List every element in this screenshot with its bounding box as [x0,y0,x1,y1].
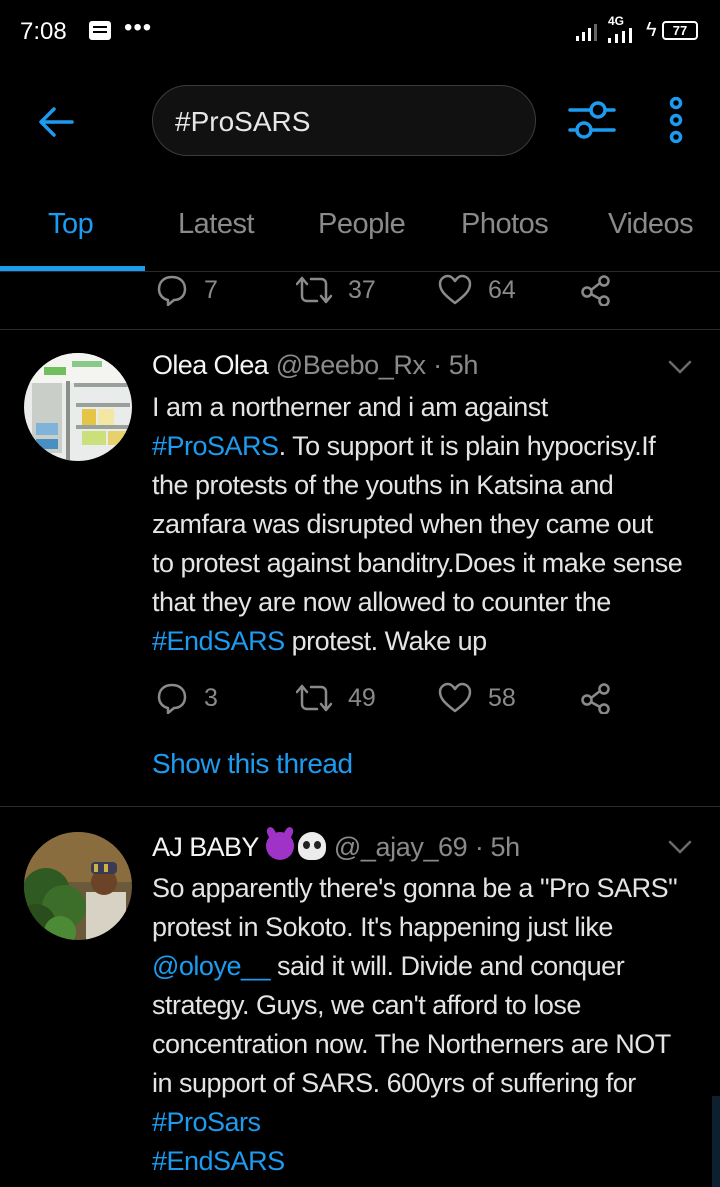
charging-icon: ϟ [646,19,657,41]
tweet-header: AJ BABY @_ajay_69 · 5h [152,832,520,863]
share-icon [581,275,610,306]
prev-tweet-actions: 7 37 64 [0,270,720,310]
tweet-text-segment: protest. Wake up [284,626,488,656]
retweet-icon [296,276,332,304]
notification-icon [89,21,111,40]
tweet-text-segment: to protest against banditry.Does it make… [152,548,683,578]
reply-button[interactable]: 7 [156,270,218,310]
signal-icon [576,24,597,41]
tweet-line: zamfara was disrupted when they came out [152,505,712,544]
like-count: 64 [488,275,516,304]
author-name[interactable]: AJ BABY [152,832,259,862]
reply-count: 3 [204,683,218,712]
tweet-text-segment: . To support it is plain hypocrisy.If [278,431,656,461]
status-time: 7:08 [20,18,67,45]
tweet-card[interactable]: AJ BABY @_ajay_69 · 5h So apparently the… [0,807,720,1187]
like-icon [438,274,472,305]
author-name[interactable]: Olea Olea [152,350,269,380]
tweet-line: to protest against banditry.Does it make… [152,544,712,583]
tab-photos[interactable]: Photos [461,208,549,241]
tweet-line: #ProSars [152,1103,712,1142]
author-handle[interactable]: @_ajay_69 [334,832,468,862]
skull-emoji-icon [298,832,327,860]
tweet-line: in support of SARS. 600yrs of suffering … [152,1064,712,1103]
tweet-header: Olea Olea @Beebo_Rx · 5h [152,350,478,381]
tweet-line: #EndSARS [152,1142,712,1181]
retweet-count: 49 [348,683,376,712]
back-arrow-icon[interactable] [36,102,76,142]
scrollbar[interactable] [712,1096,720,1187]
tweet-line: #EndSARS protest. Wake up [152,622,712,661]
retweet-button[interactable]: 37 [296,270,376,310]
filter-icon[interactable] [568,98,616,142]
tweet-line: that they are now allowed to counter the [152,583,712,622]
tweet-actions: 3 49 58 [0,678,720,718]
more-vertical-icon[interactable] [664,97,688,143]
tweet-text-segment: So apparently there's gonna be a "Pro SA… [152,873,678,903]
tab-people[interactable]: People [318,208,406,241]
caret-down-icon[interactable] [668,360,692,374]
tweet-text-segment: zamfara was disrupted when they came out [152,509,653,539]
search-header: #ProSARS [0,66,720,186]
reply-button[interactable]: 3 [156,678,218,718]
avatar[interactable] [24,353,132,461]
hashtag-link[interactable]: #ProSARS [152,431,279,461]
like-button[interactable]: 58 [438,678,516,718]
tweet-line: I am a northerner and i am against [152,388,712,427]
tweet-text: I am a northerner and i am against #ProSA… [152,388,712,661]
author-handle[interactable]: @Beebo_Rx [276,350,426,380]
tweet-text-segment: said it will. Divide and conquer [270,951,625,981]
retweet-icon [296,684,332,712]
reply-count: 7 [204,275,218,304]
avatar[interactable] [24,832,132,940]
search-query: #ProSARS [175,106,311,137]
hashtag-link[interactable]: #ProSars [152,1107,261,1137]
search-input[interactable]: #ProSARS [152,85,536,156]
share-button[interactable] [580,270,612,310]
battery-icon: 77 [662,21,698,40]
tweet-text-segment: the protests of the youths in Katsina an… [152,470,614,500]
more-notifications-indicator: ••• [124,14,153,41]
tweet-line: protest in Sokoto. It's happening just l… [152,908,712,947]
mention-link[interactable]: @oloye__ [152,951,271,981]
signal-icon-2 [608,28,632,43]
tweet-line: #ProSARS. To support it is plain hypocri… [152,427,712,466]
like-button[interactable]: 64 [438,270,516,310]
tweet-text-segment: concentration now. The Northerners are N… [152,1029,671,1059]
like-count: 58 [488,683,516,712]
share-button[interactable] [580,678,612,718]
retweet-button[interactable]: 49 [296,678,376,718]
tab-videos[interactable]: Videos [608,208,694,241]
share-icon [581,683,610,714]
tweet-line: the protests of the youths in Katsina an… [152,466,712,505]
retweet-count: 37 [348,275,376,304]
tweet-time: · 5h [433,350,479,380]
tweet-text-segment: that they are now allowed to counter the [152,587,611,617]
tweet-text-segment: protest in Sokoto. It's happening just l… [152,912,613,942]
tweet-card[interactable]: Olea Olea @Beebo_Rx · 5h I am a northern… [0,330,720,806]
reply-icon [157,683,187,714]
tab-top[interactable]: Top [48,208,94,241]
tweet-line: @oloye__ said it will. Divide and conque… [152,947,712,986]
like-icon [438,682,472,713]
network-type: 4G [608,14,625,28]
hashtag-link[interactable]: #EndSARS [152,626,285,656]
status-bar: 7:08 ••• 4G ϟ 77 [0,0,720,66]
tweet-time: · 5h [474,832,520,862]
tweet-text-segment: I am a northerner and i am against [152,392,548,422]
search-tabs: Top Latest People Photos Videos [0,186,720,272]
tab-latest[interactable]: Latest [178,208,255,241]
tweet-line: strategy. Guys, we can't afford to lose [152,986,712,1025]
tweet-line: concentration now. The Northerners are N… [152,1025,712,1064]
hashtag-link[interactable]: #EndSARS [152,1146,285,1176]
tweet-text: So apparently there's gonna be a "Pro SA… [152,869,712,1181]
tweet-text-segment: in support of SARS. 600yrs of suffering … [152,1068,636,1098]
tweet-text-segment: strategy. Guys, we can't afford to lose [152,990,581,1020]
show-thread-link[interactable]: Show this thread [152,748,353,780]
tweet-line: So apparently there's gonna be a "Pro SA… [152,869,712,908]
reply-icon [157,275,187,306]
devil-emoji-icon [266,832,295,860]
caret-down-icon[interactable] [668,840,692,854]
